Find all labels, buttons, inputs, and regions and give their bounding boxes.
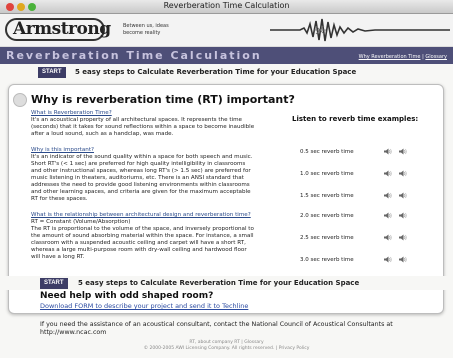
banner-links: Why Reverberation Time | Glossary bbox=[359, 54, 447, 60]
tagline: Between us, ideas become reality bbox=[123, 23, 169, 36]
reverb-example-label: 1.0 sec reverb time bbox=[300, 171, 354, 177]
start-steps-text: 5 easy steps to Calculate Reverberation … bbox=[75, 68, 357, 76]
reverb-example-label: 0.5 sec reverb time bbox=[300, 149, 354, 155]
play-echo-icon[interactable] bbox=[399, 170, 407, 177]
play-echo-icon[interactable] bbox=[399, 192, 407, 199]
play-speaker-icon[interactable] bbox=[384, 148, 392, 155]
page-footer: RT, about company RT | Glossary © 2000-2… bbox=[0, 340, 453, 352]
play-speaker-icon[interactable] bbox=[384, 256, 392, 263]
page-banner: Reverberation Time Calculation Why Rever… bbox=[0, 47, 453, 64]
start-steps-text-bottom: 5 easy steps to Calculate Reverberation … bbox=[78, 279, 360, 287]
reverb-example-label: 3.0 sec reverb time bbox=[300, 257, 354, 263]
why-rt-link[interactable]: Why Reverberation Time bbox=[359, 54, 421, 60]
site-header: Armstrong Between us, ideas become reali… bbox=[0, 14, 453, 47]
start-button-bottom[interactable]: START bbox=[40, 278, 68, 289]
consultant-note: If you need the assistance of an acousti… bbox=[40, 321, 393, 336]
panel-bullet-icon bbox=[13, 93, 27, 107]
reverb-example-label: 2.5 sec reverb time bbox=[300, 235, 354, 241]
play-echo-icon[interactable] bbox=[399, 256, 407, 263]
sound-wave-graphic bbox=[270, 16, 450, 44]
play-echo-icon[interactable] bbox=[399, 212, 407, 219]
answer-text: It's an acoustical property of all archi… bbox=[31, 117, 255, 137]
page-title: Reverberation Time Calculation bbox=[6, 49, 262, 62]
question-label: Why is this important? bbox=[31, 147, 95, 153]
play-speaker-icon[interactable] bbox=[384, 192, 392, 199]
armstrong-logo[interactable]: Armstrong bbox=[5, 18, 111, 41]
answer-text: RT = Constant (Volume/Absorption) The RT… bbox=[31, 219, 254, 260]
question-label: What is Reverberation Time? bbox=[31, 110, 112, 116]
play-speaker-icon[interactable] bbox=[384, 234, 392, 241]
start-bar-bottom: START 5 easy steps to Calculate Reverber… bbox=[0, 276, 453, 290]
qa-section-2: Why is this important? It's an indicator… bbox=[31, 147, 256, 203]
reverb-example-label: 2.0 sec reverb time bbox=[300, 213, 354, 219]
qa-section-3: What is the relationship between archite… bbox=[31, 212, 256, 261]
play-echo-icon[interactable] bbox=[399, 148, 407, 155]
glossary-link[interactable]: Glossary bbox=[425, 54, 447, 60]
panel-heading: Why is reverberation time (RT) important… bbox=[31, 93, 295, 106]
play-echo-icon[interactable] bbox=[399, 234, 407, 241]
start-bar-top: START 5 easy steps to Calculate Reverber… bbox=[0, 65, 453, 79]
window-title: Reverberation Time Calculation bbox=[163, 1, 290, 10]
play-speaker-icon[interactable] bbox=[384, 170, 392, 177]
answer-text: It's an indicator of the sound quality w… bbox=[31, 154, 253, 202]
download-form-link[interactable]: Download FORM to describe your project a… bbox=[40, 302, 248, 310]
question-label: What is the relationship between archite… bbox=[31, 212, 251, 218]
qa-section-1: What is Reverberation Time? It's an acou… bbox=[31, 110, 256, 138]
reverb-example-label: 1.5 sec reverb time bbox=[300, 193, 354, 199]
window-titlebar: Reverberation Time Calculation bbox=[0, 0, 453, 14]
copyright-text: © 2000-2005 AWI Licensing Company. All r… bbox=[143, 346, 310, 351]
play-speaker-icon[interactable] bbox=[384, 212, 392, 219]
start-button[interactable]: START bbox=[38, 67, 66, 78]
odd-room-heading: Need help with odd shaped room? bbox=[40, 291, 214, 301]
listen-heading: Listen to reverb time examples: bbox=[292, 115, 419, 123]
